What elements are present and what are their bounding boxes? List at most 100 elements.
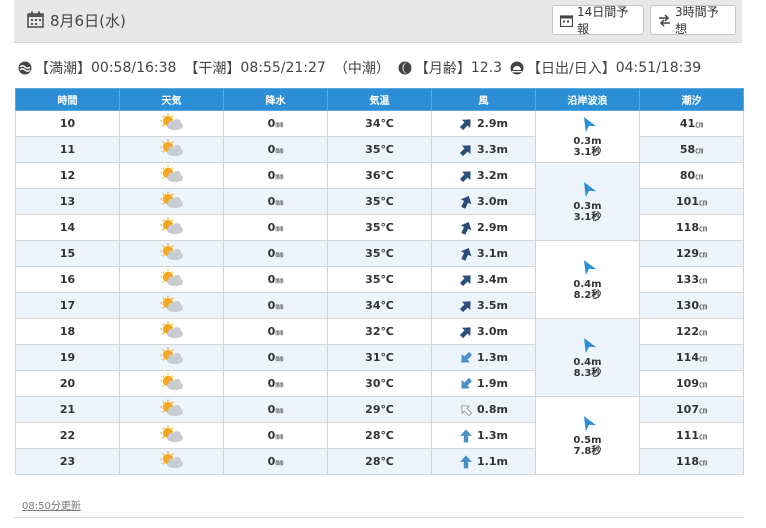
hour-cell: 23 bbox=[15, 448, 120, 475]
wind-cell: 3.0m bbox=[431, 318, 536, 345]
14-day-forecast-button[interactable]: 14日間予報 bbox=[552, 5, 644, 36]
wave-period: 3.1秒 bbox=[573, 147, 602, 158]
temp-cell: 28℃ bbox=[327, 422, 432, 449]
tide-cell: 129㎝ bbox=[639, 240, 744, 267]
wind-direction-arrow-icon bbox=[459, 274, 471, 286]
wind-cell: 3.2m bbox=[431, 162, 536, 189]
temp-cell: 34℃ bbox=[327, 292, 432, 319]
tide-unit: ㎝ bbox=[698, 380, 707, 389]
wave-cell: 0.4m 8.2秒 bbox=[535, 240, 640, 319]
hour-cell: 16 bbox=[15, 266, 120, 293]
weather-cell bbox=[119, 136, 224, 163]
tide-unit: ㎝ bbox=[698, 276, 707, 285]
precip-unit: ㎜ bbox=[275, 250, 284, 259]
tide-unit: ㎝ bbox=[698, 458, 707, 467]
wind-cell: 3.5m bbox=[431, 292, 536, 319]
hour-cell: 19 bbox=[15, 344, 120, 371]
wave-direction-arrow-icon bbox=[583, 416, 596, 432]
tide-unit: ㎝ bbox=[698, 224, 707, 233]
col-header-time: 時間 bbox=[15, 88, 120, 111]
tide-cell: 107㎝ bbox=[639, 396, 744, 423]
tide-value: 130 bbox=[676, 299, 699, 312]
tide-value: 80 bbox=[679, 169, 696, 182]
tide-unit: ㎝ bbox=[698, 250, 707, 259]
weather-cell bbox=[119, 448, 224, 475]
hour-cell: 14 bbox=[15, 214, 120, 241]
weather-cell bbox=[119, 214, 224, 241]
wave-height: 0.4m bbox=[573, 279, 602, 290]
table-row: 18 0㎜ 32℃ 3.0m 0.4m 8.3秒 122㎝ bbox=[15, 318, 744, 397]
3-hour-forecast-button[interactable]: 3時間予想 bbox=[650, 5, 736, 36]
wind-direction-arrow-icon bbox=[461, 351, 473, 363]
tide-unit: ㎝ bbox=[695, 172, 704, 181]
weather-cell bbox=[119, 292, 224, 319]
temp-cell: 32℃ bbox=[327, 318, 432, 345]
tide-value: 41 bbox=[679, 117, 696, 130]
tide-value: 114 bbox=[676, 351, 699, 364]
weather-cell bbox=[119, 110, 224, 137]
hour-cell: 10 bbox=[15, 110, 120, 137]
tide-cell: 133㎝ bbox=[639, 266, 744, 293]
wind-cell: 0.8m bbox=[431, 396, 536, 423]
temp-cell: 35℃ bbox=[327, 240, 432, 267]
tide-value: 109 bbox=[676, 377, 699, 390]
temp-cell: 31℃ bbox=[327, 344, 432, 371]
wave-cell: 0.4m 8.3秒 bbox=[535, 318, 640, 397]
low-tide-info: 【干潮】 08:55/21:27 bbox=[184, 60, 326, 77]
wind-speed: 1.1m bbox=[477, 455, 508, 468]
weather-cell bbox=[119, 344, 224, 371]
wind-speed: 1.3m bbox=[477, 351, 508, 364]
updated-time-link[interactable]: 08:50分更新 bbox=[22, 497, 81, 512]
wind-cell: 3.3m bbox=[431, 136, 536, 163]
precip-unit: ㎜ bbox=[275, 406, 284, 415]
precip-unit: ㎜ bbox=[275, 458, 284, 467]
wind-speed: 3.3m bbox=[477, 143, 508, 156]
table-row: 12 0㎜ 36℃ 3.2m 0.3m 3.1秒 80㎝ bbox=[15, 162, 744, 241]
forecast-date: 8月6日(水) bbox=[50, 12, 126, 30]
temp-cell: 35℃ bbox=[327, 266, 432, 293]
temp-cell: 29℃ bbox=[327, 396, 432, 423]
wave-direction-arrow-icon bbox=[583, 338, 596, 354]
tide-unit: ㎝ bbox=[695, 146, 704, 155]
moon-age-info: 【月齢】 12.3 bbox=[398, 58, 502, 78]
weather-cell bbox=[119, 162, 224, 189]
hour-cell: 11 bbox=[15, 136, 120, 163]
wind-speed: 3.0m bbox=[477, 195, 508, 208]
precip-cell: 0㎜ bbox=[223, 318, 328, 345]
tide-cell: 58㎝ bbox=[639, 136, 744, 163]
wave-height: 0.4m bbox=[573, 357, 602, 368]
weather-cell bbox=[119, 370, 224, 397]
wave-height: 0.3m bbox=[573, 201, 602, 212]
sunny-cloudy-icon bbox=[160, 399, 183, 417]
tide-cell: 118㎝ bbox=[639, 448, 744, 475]
precip-unit: ㎜ bbox=[275, 276, 284, 285]
tide-cell: 122㎝ bbox=[639, 318, 744, 345]
precip-unit: ㎜ bbox=[275, 432, 284, 441]
weather-cell bbox=[119, 318, 224, 345]
hour-cell: 13 bbox=[15, 188, 120, 215]
temp-cell: 35℃ bbox=[327, 214, 432, 241]
sunny-cloudy-icon bbox=[160, 425, 183, 443]
weather-cell bbox=[119, 396, 224, 423]
tide-value: 107 bbox=[676, 403, 699, 416]
wind-direction-arrow-icon bbox=[459, 118, 471, 130]
wind-direction-arrow-icon bbox=[460, 428, 472, 442]
precip-unit: ㎜ bbox=[275, 146, 284, 155]
tide-value: 129 bbox=[676, 247, 699, 260]
wind-speed: 2.9m bbox=[477, 117, 508, 130]
sunny-cloudy-icon bbox=[160, 113, 183, 131]
wind-direction-arrow-icon bbox=[459, 144, 471, 156]
precip-cell: 0㎜ bbox=[223, 292, 328, 319]
precip-unit: ㎜ bbox=[275, 120, 284, 129]
weather-cell bbox=[119, 422, 224, 449]
hourly-forecast-table: 時間 天気 降水 気温 風 沿岸波浪 潮汐 10 0㎜ 34℃ 2.9m 0.3m 3.1… bbox=[15, 88, 744, 475]
calendar-small-icon bbox=[560, 14, 573, 27]
wave-cell: 0.5m 7.8秒 bbox=[535, 396, 640, 475]
hour-cell: 17 bbox=[15, 292, 120, 319]
wave-direction-arrow-icon bbox=[583, 117, 596, 133]
precip-cell: 0㎜ bbox=[223, 266, 328, 293]
wind-direction-arrow-icon bbox=[460, 221, 472, 235]
precip-cell: 0㎜ bbox=[223, 162, 328, 189]
weather-cell bbox=[119, 240, 224, 267]
hour-cell: 18 bbox=[15, 318, 120, 345]
